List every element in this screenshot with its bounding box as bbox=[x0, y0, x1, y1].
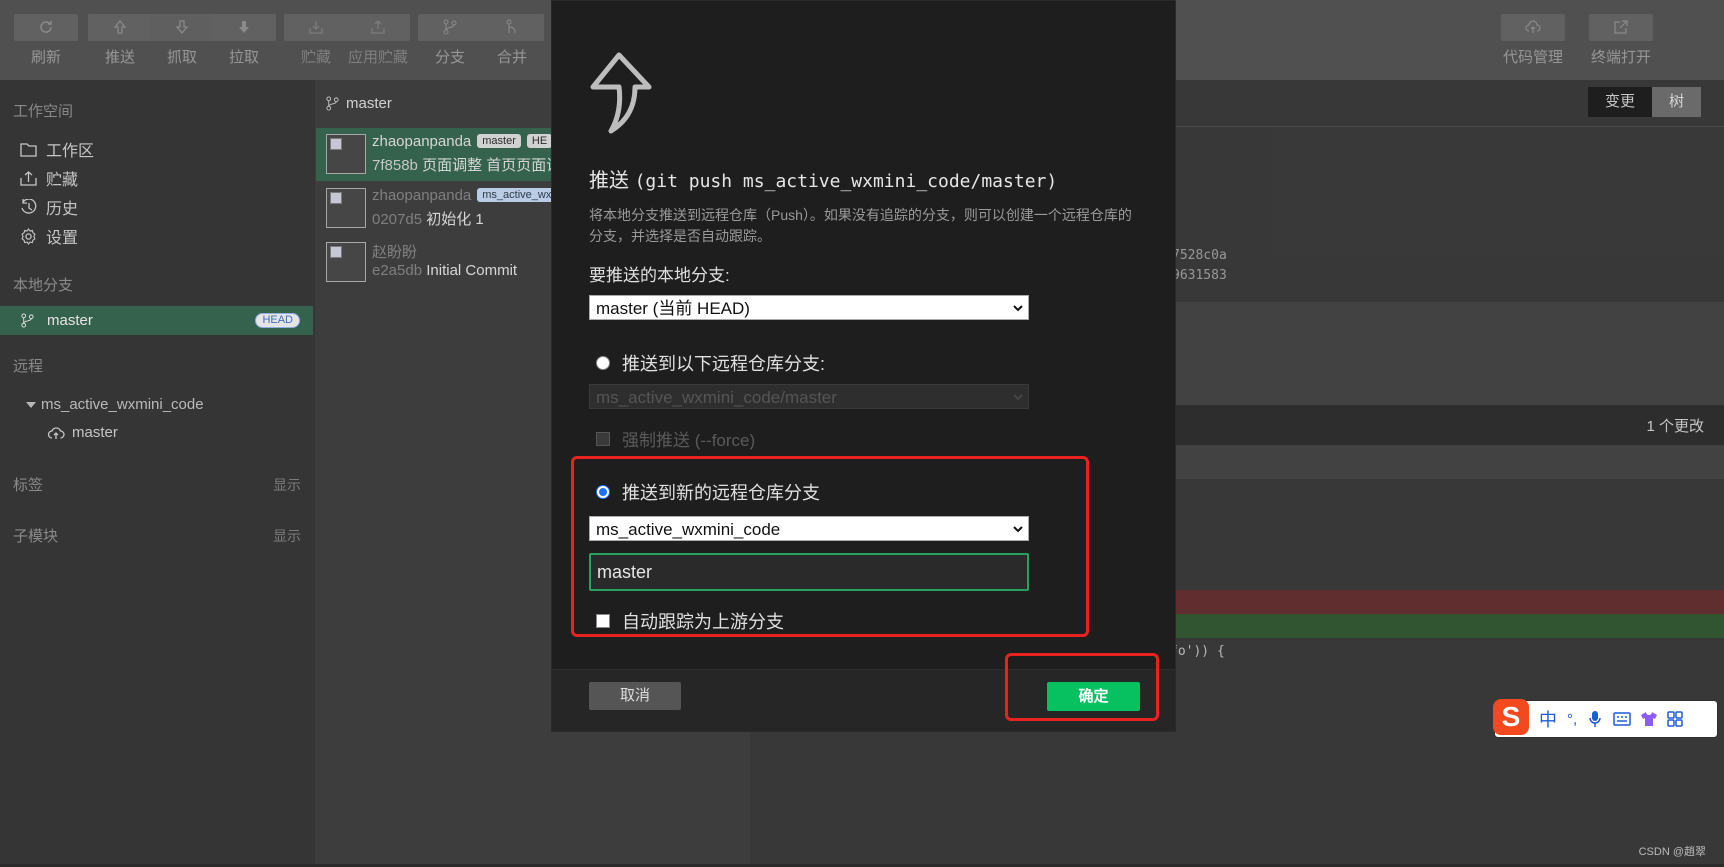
option-existing-remote[interactable]: 推送到以下远程仓库分支: bbox=[596, 350, 825, 376]
local-branch-label: 要推送的本地分支: bbox=[589, 266, 730, 285]
microphone-icon[interactable] bbox=[1589, 710, 1601, 728]
chevron-down-icon bbox=[1013, 394, 1023, 401]
force-push-checkbox bbox=[596, 431, 610, 446]
local-branch-select[interactable]: master (当前 HEAD) bbox=[589, 295, 1029, 320]
skin-shirt-icon[interactable] bbox=[1640, 711, 1658, 727]
cancel-button[interactable]: 取消 bbox=[589, 682, 681, 710]
dialog-title-command: (git push ms_active_wxmini_code/master) bbox=[634, 171, 1058, 192]
ime-lang-toggle[interactable]: 中 bbox=[1539, 706, 1557, 732]
sogou-logo-icon[interactable]: S bbox=[1493, 699, 1529, 735]
dialog-title: 推送 (git push ms_active_wxmini_code/maste… bbox=[589, 170, 1058, 192]
ime-punct-toggle[interactable]: °, bbox=[1567, 711, 1577, 728]
highlight-box-confirm bbox=[1005, 653, 1159, 721]
force-push-option: 强制推送 (--force) bbox=[596, 426, 755, 451]
existing-remote-branch-select: ms_active_wxmini_code/master bbox=[589, 384, 1029, 409]
watermark: CSDN @趙翠 bbox=[1638, 846, 1706, 858]
grid-menu-icon[interactable] bbox=[1667, 711, 1683, 727]
highlight-box-new-remote bbox=[571, 456, 1089, 637]
radio-existing-remote[interactable] bbox=[596, 356, 610, 370]
ime-toolbar: S 中 °, bbox=[1493, 699, 1717, 737]
dialog-description: 将本地分支推送到远程仓库（Push）。如果没有追踪的分支，则可以创建一个远程仓库… bbox=[589, 207, 1132, 244]
keyboard-icon[interactable] bbox=[1613, 712, 1631, 726]
push-arrow-icon bbox=[590, 52, 652, 134]
chevron-down-icon bbox=[1013, 305, 1023, 312]
